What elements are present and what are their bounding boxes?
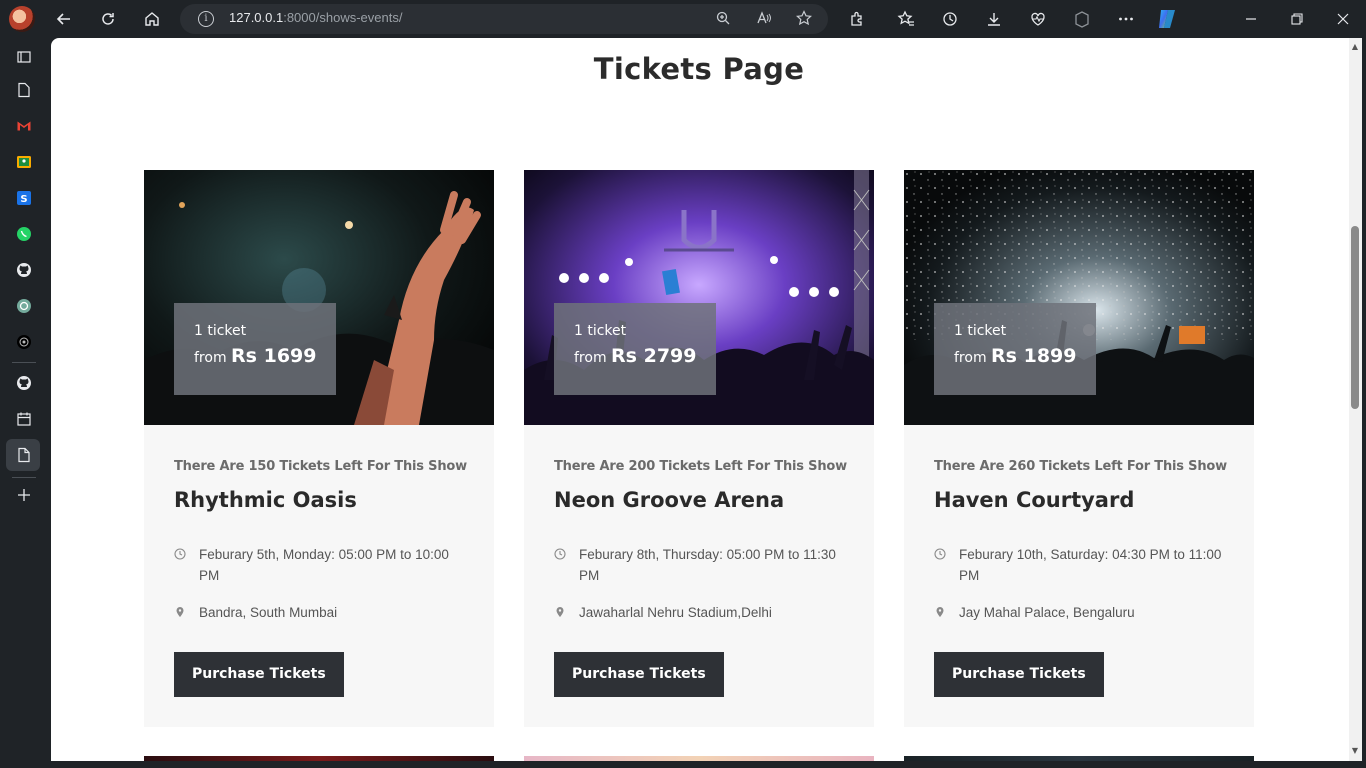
event-card: 1 ticket from Rs 1699 There Are 150 Tick… [144,170,494,727]
scroll-down-icon[interactable]: ▼ [1350,746,1360,755]
event-location: Jawaharlal Nehru Stadium,Delhi [579,605,772,620]
event-location-row: Jawaharlal Nehru Stadium,Delhi [554,602,844,623]
tickets-left-text: There Are 200 Tickets Left For This Show [554,459,847,474]
favorites-icon[interactable] [892,5,920,33]
price-overlay: 1 ticket from Rs 1899 [934,303,1097,395]
event-card: 1 ticket from Rs 2799 There Are 200 Tick… [524,170,874,727]
sidebar-separator [12,477,36,478]
purchase-tickets-button[interactable]: Purchase Tickets [174,652,344,697]
scroll-up-icon[interactable]: ▲ [1350,42,1360,51]
svg-text:S: S [20,194,27,205]
classroom-icon[interactable] [14,152,34,172]
event-title: Haven Courtyard [934,488,1135,512]
profile-avatar[interactable] [9,6,35,32]
event-datetime-row: Feburary 8th, Thursday: 05:00 PM to 11:3… [554,544,844,586]
map-pin-icon [934,603,946,617]
copilot-icon[interactable] [1153,5,1181,33]
page-viewport: Tickets Page 1 ticket from Rs 1699 There… [51,38,1362,761]
next-card-image-peek [904,756,1254,761]
restore-icon[interactable] [1283,5,1311,33]
price-overlay: 1 ticket from Rs 1699 [174,303,337,395]
browser-sidebar: S [0,38,48,768]
event-location-row: Jay Mahal Palace, Bengaluru [934,602,1224,623]
event-datetime-row: Feburary 10th, Saturday: 04:30 PM to 11:… [934,544,1224,586]
from-label: from [194,350,227,366]
close-window-icon[interactable] [1329,5,1357,33]
event-datetime: Feburary 10th, Saturday: 04:30 PM to 11:… [959,547,1222,583]
address-bar[interactable]: i 127.0.0.1:8000/shows-events/ [180,4,828,34]
history-icon[interactable] [936,5,964,33]
whatsapp-icon[interactable] [14,224,34,244]
home-icon[interactable] [138,5,166,33]
purchase-tickets-button[interactable]: Purchase Tickets [554,652,724,697]
ticket-count-label: 1 ticket [194,323,247,339]
event-location: Jay Mahal Palace, Bengaluru [959,605,1135,620]
from-label: from [574,350,607,366]
url-text: 127.0.0.1:8000/shows-events/ [229,10,403,25]
event-card: 1 ticket from Rs 1899 There Are 260 Tick… [904,170,1254,727]
copilot-web-icon[interactable] [1068,5,1096,33]
event-datetime: Feburary 5th, Monday: 05:00 PM to 10:00 … [199,547,449,583]
from-label: from [954,350,987,366]
app-dark-icon[interactable] [14,332,34,352]
clock-icon [934,545,946,560]
document-icon[interactable] [14,445,34,465]
event-title: Rhythmic Oasis [174,488,357,512]
event-datetime-row: Feburary 5th, Monday: 05:00 PM to 10:00 … [174,544,464,586]
browser-toolbar: i 127.0.0.1:8000/shows-events/ [0,0,1366,38]
purchase-tickets-button[interactable]: Purchase Tickets [934,652,1104,697]
event-datetime: Feburary 8th, Thursday: 05:00 PM to 11:3… [579,547,836,583]
back-icon[interactable] [50,5,78,33]
minimize-icon[interactable] [1237,5,1265,33]
app-s-icon[interactable]: S [14,188,34,208]
ticket-count-label: 1 ticket [954,323,1007,339]
downloads-icon[interactable] [980,5,1008,33]
refresh-icon[interactable] [94,5,122,33]
tickets-left-text: There Are 260 Tickets Left For This Show [934,459,1227,474]
sidebar-separator [12,362,36,363]
calendar-icon[interactable] [14,409,34,429]
gmail-icon[interactable] [14,116,34,136]
favorite-star-icon[interactable] [795,10,813,28]
page-title: Tickets Page [593,52,805,86]
map-pin-icon [174,603,186,617]
tickets-left-text: There Are 150 Tickets Left For This Show [174,459,467,474]
tab-actions-icon[interactable] [14,47,34,67]
clock-icon [554,545,566,560]
next-card-image-peek [524,756,874,761]
event-location: Bandra, South Mumbai [199,605,338,620]
github-icon[interactable] [14,260,34,280]
performance-icon[interactable] [1024,5,1052,33]
clock-icon [174,545,186,560]
ticket-price: Rs 1699 [231,345,317,367]
chatgpt-icon[interactable] [14,296,34,316]
github-icon-2[interactable] [14,373,34,393]
price-overlay: 1 ticket from Rs 2799 [554,303,717,395]
ticket-price: Rs 2799 [611,345,697,367]
more-menu-icon[interactable] [1112,5,1140,33]
ticket-count-label: 1 ticket [574,323,627,339]
add-icon[interactable] [14,485,34,505]
next-card-image-peek [144,756,494,761]
read-aloud-icon[interactable] [755,10,773,28]
page-tab-icon[interactable] [14,80,34,100]
site-info-icon[interactable]: i [198,11,214,27]
map-pin-icon [554,603,566,617]
zoom-icon[interactable] [714,10,732,28]
event-title: Neon Groove Arena [554,488,785,512]
event-location-row: Bandra, South Mumbai [174,602,464,623]
extensions-icon[interactable] [843,5,871,33]
scrollbar-thumb[interactable] [1351,226,1359,409]
ticket-price: Rs 1899 [991,345,1077,367]
